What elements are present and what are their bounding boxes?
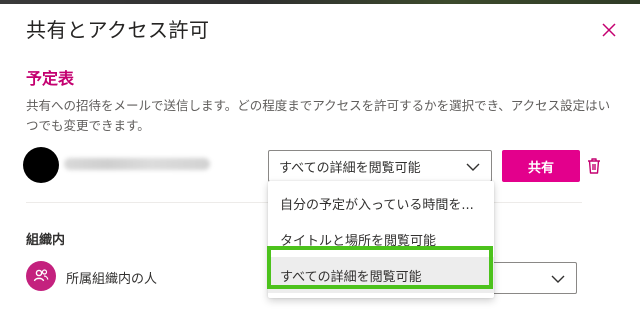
menu-item-all-details[interactable]: すべての詳細を閲覧可能 — [268, 257, 494, 293]
close-button[interactable] — [597, 18, 621, 42]
recipient-email-blurred — [64, 158, 210, 170]
calendar-name: 予定表 — [26, 69, 75, 88]
permission-dropdown-value: すべての詳細を閲覧可能 — [279, 160, 421, 176]
organization-heading: 組織内 — [26, 233, 66, 248]
menu-item-free-busy[interactable]: 自分の予定が入っている時間を... — [268, 185, 494, 221]
permission-dropdown[interactable]: すべての詳細を閲覧可能 — [268, 150, 492, 182]
permission-menu: 自分の予定が入っている時間を... タイトルと場所を閲覧可能 すべての詳細を閲覧… — [268, 181, 494, 298]
share-button[interactable]: 共有 — [502, 150, 580, 182]
chevron-down-icon — [466, 163, 480, 171]
menu-item-title-location[interactable]: タイトルと場所を閲覧可能 — [268, 221, 494, 257]
organization-avatar — [26, 261, 56, 291]
recipient-avatar — [23, 147, 59, 183]
chevron-down-icon — [551, 275, 565, 283]
delete-button[interactable] — [584, 156, 604, 176]
organization-label: 所属組織内の人 — [66, 272, 158, 287]
share-description: 共有への招待をメールで送信します。どの程度までアクセスを許可するかを選択でき、ア… — [26, 98, 611, 133]
dialog-title: 共有とアクセス許可 — [26, 18, 210, 42]
close-icon — [602, 23, 616, 37]
trash-icon — [588, 158, 600, 174]
people-icon — [33, 269, 49, 282]
share-permissions-dialog: 共有とアクセス許可 予定表 共有への招待をメールで送信します。どの程度までアクセ… — [0, 4, 640, 318]
